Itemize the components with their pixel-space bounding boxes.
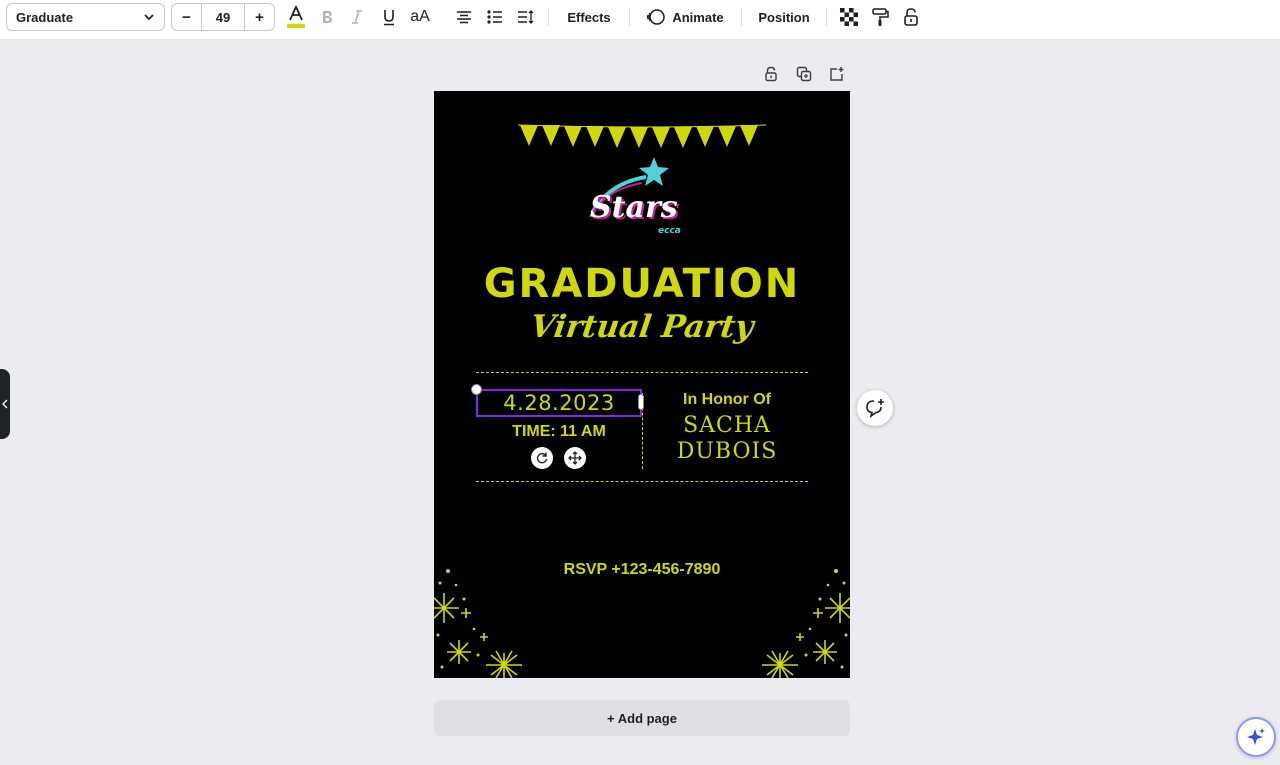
animate-icon bbox=[647, 9, 666, 25]
honor-label[interactable]: In Honor Of bbox=[648, 391, 806, 409]
add-page-after-button[interactable] bbox=[826, 63, 848, 85]
animate-button[interactable]: Animate bbox=[640, 0, 730, 34]
transparency-button[interactable] bbox=[838, 0, 860, 34]
magic-assistant-button[interactable] bbox=[1236, 717, 1276, 757]
toolbar-divider bbox=[548, 8, 549, 26]
underline-button[interactable] bbox=[378, 0, 400, 34]
page-lock-button[interactable] bbox=[760, 63, 782, 85]
bold-button[interactable] bbox=[316, 0, 338, 34]
effects-button[interactable]: Effects bbox=[558, 0, 620, 34]
bullet-list-icon bbox=[487, 10, 502, 24]
fireworks-left-icon bbox=[434, 569, 522, 678]
divider-line-bottom bbox=[476, 481, 808, 482]
toolbar-divider bbox=[826, 8, 827, 26]
rotate-corner-handle[interactable] bbox=[471, 384, 482, 395]
rotate-icon bbox=[536, 452, 548, 464]
add-comment-button[interactable] bbox=[857, 390, 893, 426]
chevron-left-icon bbox=[2, 399, 8, 409]
logo-subtext: ecca bbox=[658, 226, 681, 236]
list-button[interactable] bbox=[484, 0, 506, 34]
lock-button[interactable] bbox=[900, 0, 922, 34]
font-size-input[interactable]: 49 bbox=[201, 4, 245, 30]
editor-toolbar: Graduate − 49 + aA Effects Animate Posit… bbox=[0, 0, 1280, 40]
duplicate-icon bbox=[796, 66, 812, 82]
transparency-icon bbox=[840, 8, 858, 26]
poster-subtitle[interactable]: Virtual Party bbox=[434, 309, 850, 345]
event-time-text[interactable]: TIME: 11 AM bbox=[478, 423, 640, 441]
move-icon bbox=[568, 451, 582, 465]
font-family-value: Graduate bbox=[16, 9, 74, 25]
graduate-last-name: DUBOIS bbox=[676, 439, 778, 464]
comment-add-icon bbox=[866, 399, 884, 418]
font-size-stepper: − 49 + bbox=[171, 3, 275, 31]
graduate-name[interactable]: SACHA DUBOIS bbox=[648, 413, 806, 465]
share-icon bbox=[830, 67, 844, 81]
design-page[interactable]: Stars Stars ecca GRADUATION Virtual Part… bbox=[434, 91, 850, 678]
add-page-button[interactable]: + Add page bbox=[434, 700, 850, 736]
text-align-button[interactable] bbox=[453, 0, 475, 34]
selection-frame bbox=[476, 389, 642, 417]
animate-label: Animate bbox=[672, 9, 724, 25]
italic-button[interactable] bbox=[346, 0, 368, 34]
toolbar-divider bbox=[629, 8, 630, 26]
letter-case-button[interactable]: aA bbox=[406, 0, 434, 34]
spacing-button[interactable] bbox=[515, 0, 537, 34]
lock-icon bbox=[904, 8, 918, 26]
font-size-increase-button[interactable]: + bbox=[245, 4, 274, 30]
divider-line-top bbox=[476, 372, 808, 373]
copy-style-button[interactable] bbox=[869, 0, 891, 34]
move-button[interactable] bbox=[564, 447, 586, 469]
paint-roller-icon bbox=[872, 8, 889, 26]
collapse-panel-tab[interactable] bbox=[0, 369, 10, 439]
font-family-select[interactable]: Graduate bbox=[6, 3, 165, 31]
font-size-decrease-button[interactable]: − bbox=[172, 4, 201, 30]
toolbar-divider bbox=[741, 8, 742, 26]
bold-icon bbox=[323, 11, 332, 23]
align-center-icon bbox=[457, 11, 471, 24]
underline-icon bbox=[384, 10, 394, 26]
line-spacing-icon bbox=[518, 10, 534, 24]
chevron-down-icon bbox=[144, 14, 154, 21]
position-button[interactable]: Position bbox=[752, 0, 816, 34]
lock-icon bbox=[765, 66, 777, 82]
poster-title[interactable]: GRADUATION bbox=[434, 261, 850, 307]
duplicate-page-button[interactable] bbox=[793, 63, 815, 85]
logo-text: Stars bbox=[590, 190, 678, 225]
text-color-icon bbox=[287, 4, 305, 28]
italic-icon bbox=[352, 10, 362, 24]
fireworks-right-icon bbox=[762, 569, 850, 678]
bunting-flags-icon bbox=[518, 124, 766, 148]
text-color-button[interactable] bbox=[284, 0, 308, 34]
stars-logo: Stars Stars ecca bbox=[589, 157, 681, 236]
magic-sparkle-icon bbox=[1247, 728, 1265, 745]
resize-side-handle[interactable] bbox=[638, 394, 644, 410]
graduate-first-name: SACHA bbox=[683, 413, 771, 438]
rotate-button[interactable] bbox=[531, 447, 553, 469]
